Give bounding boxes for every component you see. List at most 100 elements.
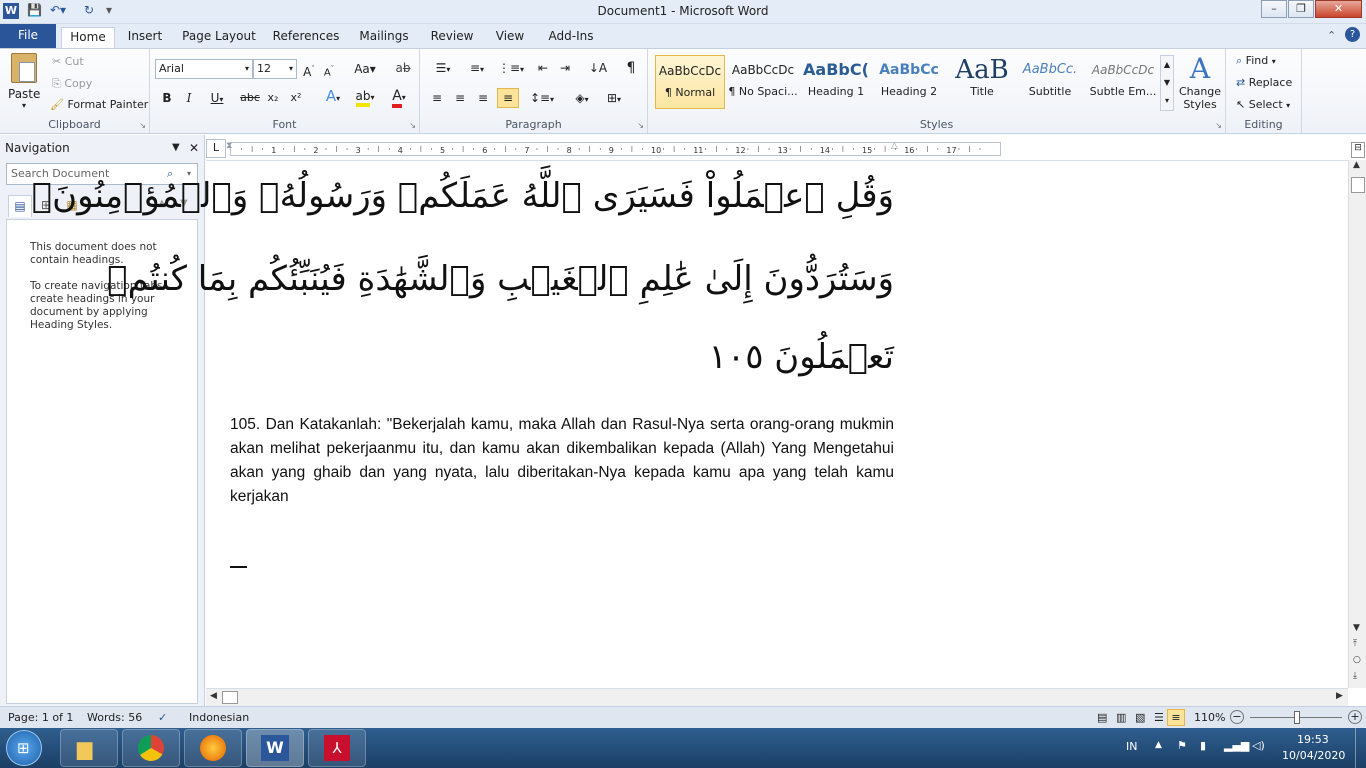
format-painter-button[interactable]: 🖌 Format Painter bbox=[50, 98, 148, 111]
horizontal-scrollbar[interactable]: ◀ ▶ bbox=[206, 688, 1348, 706]
maximize-button[interactable]: ❐ bbox=[1288, 0, 1314, 18]
web-layout-icon[interactable]: ▧ bbox=[1135, 707, 1145, 728]
tab-insert[interactable]: Insert bbox=[121, 27, 169, 48]
zoom-slider-thumb[interactable] bbox=[1294, 711, 1300, 724]
tab-selector[interactable]: L bbox=[206, 139, 226, 158]
taskbar-firefox[interactable] bbox=[184, 729, 242, 767]
show-hidden-icons-icon[interactable]: ▲ bbox=[1155, 740, 1162, 750]
language[interactable]: Indonesian bbox=[189, 707, 249, 728]
superscript-icon[interactable]: x² bbox=[287, 89, 305, 107]
taskbar-chrome[interactable] bbox=[122, 729, 180, 767]
taskbar-acrobat[interactable]: ⅄ bbox=[308, 729, 366, 767]
volume-icon[interactable]: ◁) bbox=[1252, 739, 1265, 752]
dialog-launcher-icon[interactable]: ↘ bbox=[409, 121, 416, 130]
style-title[interactable]: AaB Title bbox=[947, 55, 1017, 109]
start-button[interactable]: ⊞ bbox=[6, 730, 42, 766]
shrink-font-icon[interactable]: Aˇ bbox=[320, 60, 338, 82]
tab-add-ins[interactable]: Add-Ins bbox=[541, 27, 601, 48]
decrease-indent-icon[interactable]: ⇤ bbox=[534, 59, 552, 77]
grow-font-icon[interactable]: Aˆ bbox=[300, 60, 318, 81]
next-page-icon[interactable]: ⤓ bbox=[1353, 671, 1357, 681]
line-spacing-icon[interactable]: ↕≡▾ bbox=[528, 89, 556, 109]
tab-mailings[interactable]: Mailings bbox=[352, 27, 416, 48]
full-screen-reading-icon[interactable]: ▥ bbox=[1116, 707, 1126, 728]
style-subtitle[interactable]: AaBbCc. Subtitle bbox=[1015, 55, 1085, 109]
bullets-icon[interactable]: ☰▾ bbox=[428, 59, 458, 79]
italic-icon[interactable]: I bbox=[181, 89, 197, 107]
copy-button[interactable]: ⎘ Copy bbox=[52, 77, 92, 91]
view-ruler-icon[interactable]: ⊟ bbox=[1351, 142, 1365, 158]
power-icon[interactable]: ▮ bbox=[1200, 739, 1206, 752]
help-icon[interactable]: ? bbox=[1345, 27, 1360, 42]
multilevel-list-icon[interactable]: ⋮≡▾ bbox=[496, 59, 526, 79]
font-size-select[interactable]: 12 ▾ bbox=[253, 59, 297, 79]
pane-options-icon[interactable]: ▼ bbox=[172, 139, 180, 157]
replace-button[interactable]: ⇄ Replace bbox=[1236, 76, 1292, 89]
taskbar-word[interactable]: W bbox=[246, 729, 304, 767]
style-heading-2[interactable]: AaBbCc Heading 2 bbox=[874, 55, 944, 109]
draft-view-icon[interactable]: ≡ bbox=[1167, 709, 1185, 726]
right-indent-marker-icon[interactable]: △ bbox=[891, 141, 898, 151]
scroll-up-icon[interactable]: ▲ bbox=[1353, 160, 1360, 170]
scroll-down-icon[interactable]: ▼ bbox=[1353, 623, 1360, 633]
minimize-ribbon-icon[interactable]: ⌃ bbox=[1327, 29, 1336, 42]
dialog-launcher-icon[interactable]: ↘ bbox=[139, 121, 146, 130]
scroll-left-icon[interactable]: ◀ bbox=[210, 691, 217, 701]
shading-icon[interactable]: ◈▾ bbox=[568, 89, 596, 109]
change-case-icon[interactable]: Aa▾ bbox=[352, 60, 378, 78]
vertical-scrollbar[interactable]: ⊟ ▲ ▼ ⤒ ○ ⤓ bbox=[1348, 142, 1366, 688]
tab-view[interactable]: View bbox=[488, 27, 532, 48]
change-styles-button[interactable]: A Change Styles bbox=[1178, 53, 1222, 115]
more-styles-icon[interactable]: ▾ bbox=[1161, 92, 1173, 110]
borders-icon[interactable]: ⊞▾ bbox=[600, 89, 628, 109]
bold-icon[interactable]: B bbox=[159, 89, 175, 107]
proofing-icon[interactable]: ✓ bbox=[158, 707, 167, 728]
align-right-icon[interactable]: ≡ bbox=[474, 89, 492, 107]
zoom-out-icon[interactable]: − bbox=[1230, 710, 1244, 724]
style-heading-1[interactable]: AaBbC( Heading 1 bbox=[801, 55, 871, 109]
tab-references[interactable]: References bbox=[269, 27, 343, 48]
clock-time[interactable]: 19:53 bbox=[1297, 733, 1329, 746]
browse-headings-tab-icon[interactable]: ▤ bbox=[8, 195, 32, 217]
print-layout-view-icon[interactable]: ▤ bbox=[1097, 707, 1107, 728]
tab-home[interactable]: Home bbox=[61, 27, 115, 48]
clock-date[interactable]: 10/04/2020 bbox=[1282, 749, 1345, 762]
dialog-launcher-icon[interactable]: ↘ bbox=[637, 121, 644, 130]
close-button[interactable]: ✕ bbox=[1315, 0, 1362, 18]
tab-page-layout[interactable]: Page Layout bbox=[178, 27, 260, 48]
subscript-icon[interactable]: x₂ bbox=[264, 89, 282, 107]
network-icon[interactable]: ▂▄▆ bbox=[1224, 739, 1249, 752]
select-button[interactable]: ↖ Select ▾ bbox=[1236, 98, 1290, 111]
word-count[interactable]: Words: 56 bbox=[87, 707, 142, 728]
select-browse-object-icon[interactable]: ○ bbox=[1353, 655, 1361, 665]
align-center-icon[interactable]: ≡ bbox=[451, 89, 469, 107]
dialog-launcher-icon[interactable]: ↘ bbox=[1215, 121, 1222, 130]
increase-indent-icon[interactable]: ⇥ bbox=[556, 59, 574, 77]
input-language[interactable]: IN bbox=[1126, 740, 1137, 753]
left-indent-marker-icon[interactable]: ⧗ bbox=[226, 141, 232, 151]
style-no-spacing[interactable]: AaBbCcDc ¶ No Spaci... bbox=[728, 55, 798, 109]
numbering-icon[interactable]: ≡▾ bbox=[462, 59, 492, 79]
styles-scroll[interactable]: ▲ ▼ ▾ bbox=[1160, 55, 1174, 111]
horizontal-ruler[interactable]: 1 2 3 4 5 6 7 8 9 10 11 12 13 14 15 16 17 ⧗ △ bbox=[226, 141, 1001, 156]
font-color-icon[interactable]: A▾ bbox=[385, 87, 413, 108]
clear-formatting-icon[interactable]: ab̶ bbox=[394, 59, 412, 77]
tab-review[interactable]: Review bbox=[425, 27, 479, 48]
previous-page-icon[interactable]: ⤒ bbox=[1353, 639, 1357, 649]
chevron-up-icon[interactable]: ▲ bbox=[1161, 56, 1173, 74]
underline-icon[interactable]: U▾ bbox=[205, 89, 229, 109]
outline-view-icon[interactable]: ☰ bbox=[1154, 707, 1164, 728]
scroll-right-icon[interactable]: ▶ bbox=[1336, 691, 1343, 701]
close-icon[interactable]: ✕ bbox=[189, 139, 199, 157]
style-normal[interactable]: AaBbCcDc ¶ Normal bbox=[655, 55, 725, 109]
text-effects-icon[interactable]: A▾ bbox=[320, 87, 346, 108]
justify-icon[interactable]: ≡ bbox=[497, 88, 519, 108]
show-desktop-button[interactable] bbox=[1355, 728, 1366, 768]
align-left-icon[interactable]: ≡ bbox=[428, 89, 446, 107]
show-formatting-icon[interactable]: ¶ bbox=[622, 59, 640, 77]
minimize-button[interactable]: – bbox=[1261, 0, 1287, 18]
horizontal-scroll-thumb[interactable] bbox=[222, 691, 238, 704]
chevron-down-icon[interactable]: ▼ bbox=[1161, 74, 1173, 92]
vertical-scroll-thumb[interactable] bbox=[1351, 177, 1365, 193]
action-center-flag-icon[interactable]: ⚑ bbox=[1177, 739, 1187, 752]
